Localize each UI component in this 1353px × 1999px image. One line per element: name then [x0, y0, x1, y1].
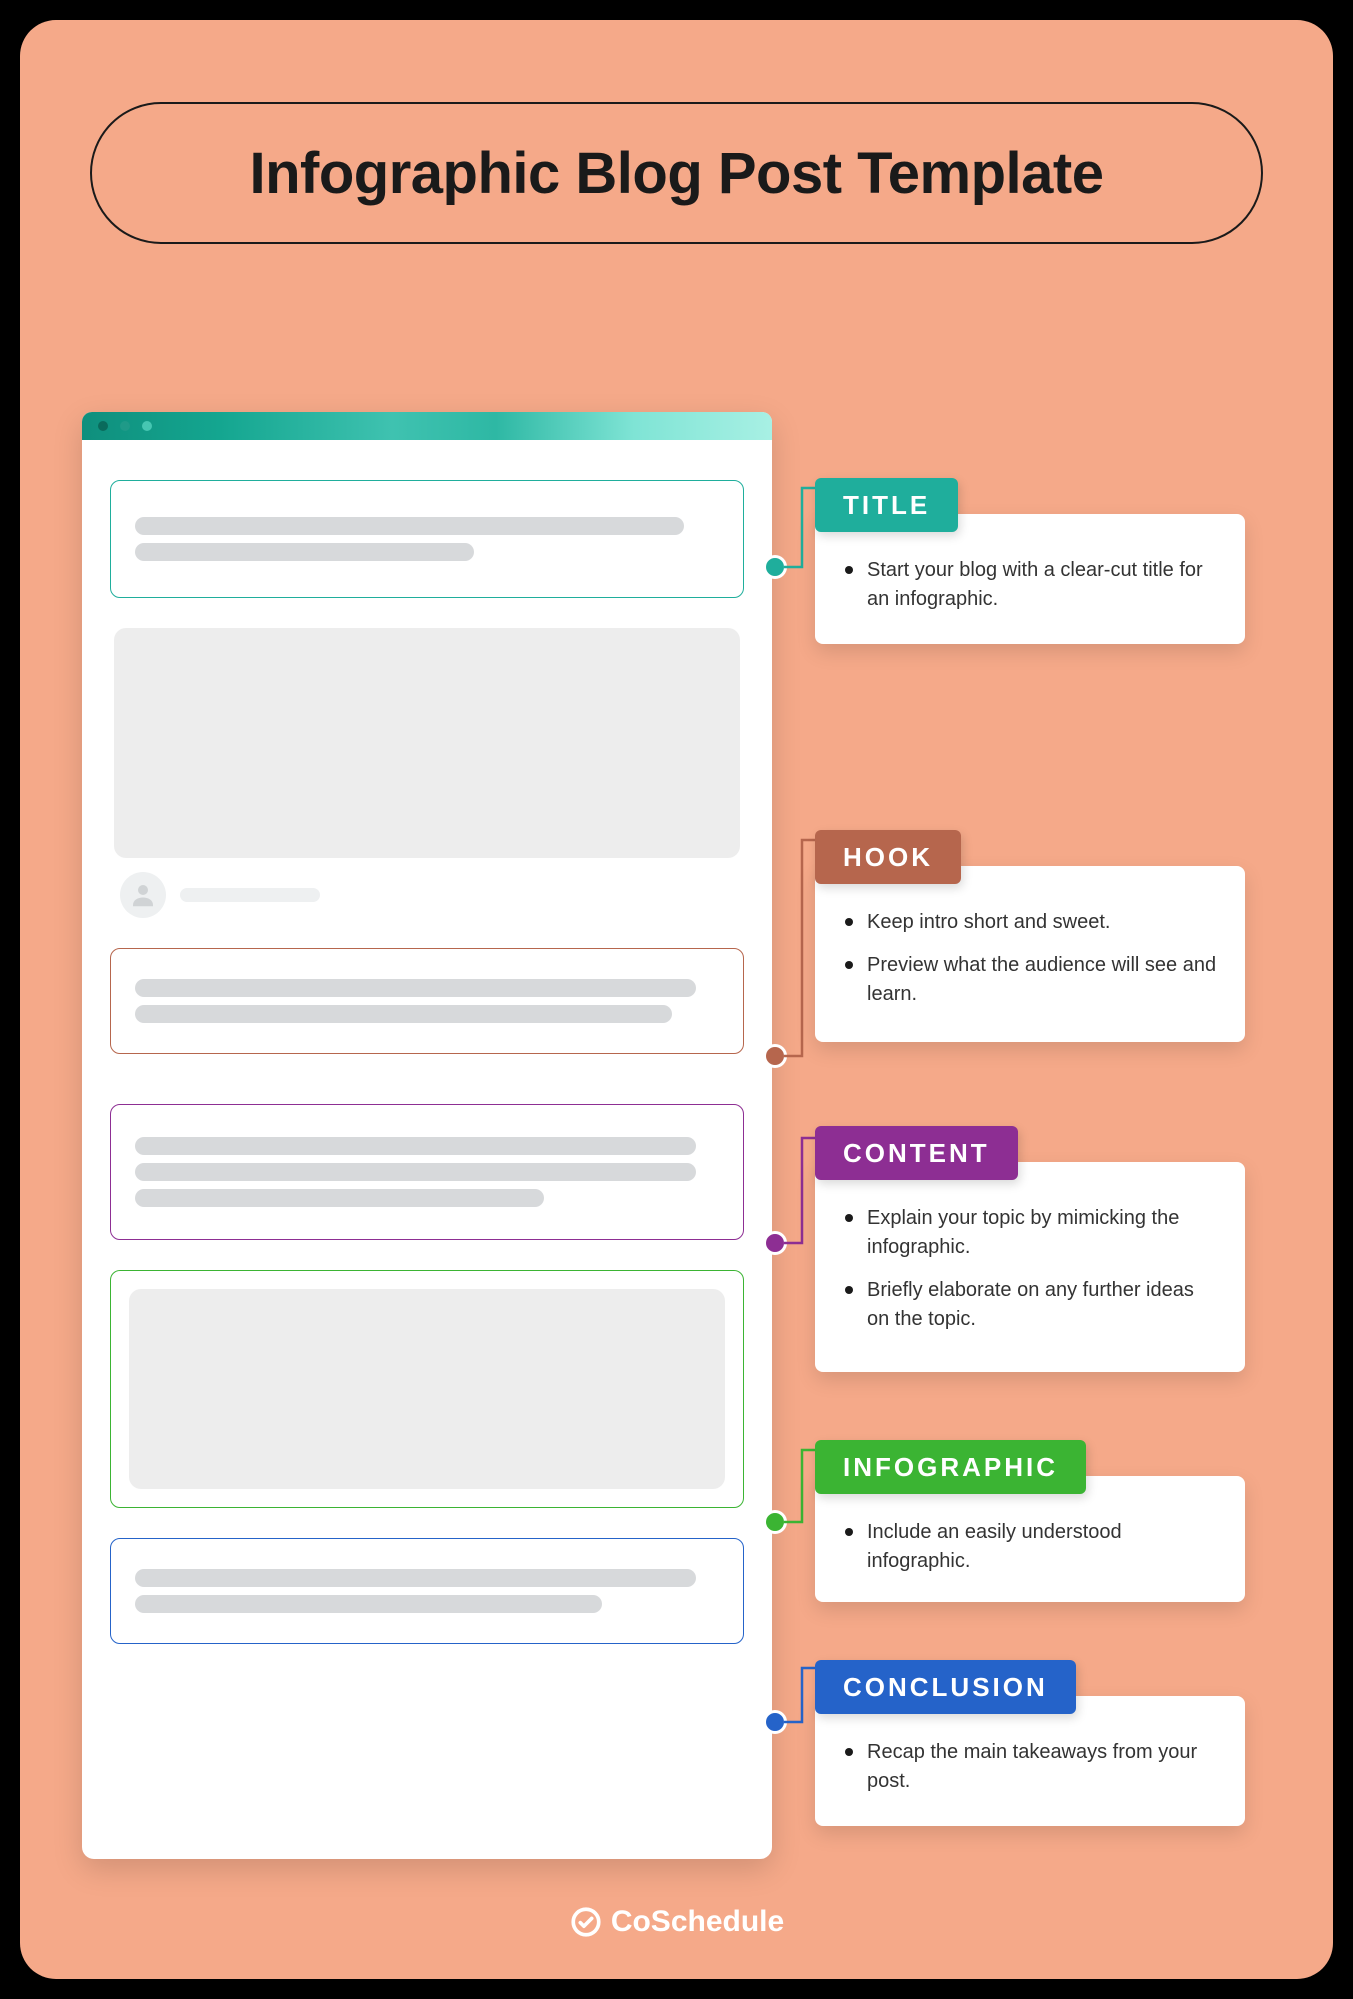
browser-mock: [82, 412, 772, 1859]
placeholder-line: [135, 1137, 696, 1155]
placeholder-line: [135, 1595, 602, 1613]
callout-tag-infographic: INFOGRAPHIC: [815, 1440, 1086, 1494]
connector-dot-conclusion: [763, 1710, 787, 1734]
placeholder-line: [135, 1005, 672, 1023]
placeholder-line: [180, 888, 320, 902]
callout-bullet: Start your blog with a clear-cut title f…: [841, 556, 1219, 614]
browser-titlebar: [82, 412, 772, 440]
callout-tag-hook: HOOK: [815, 830, 961, 884]
placeholder-line: [135, 1189, 544, 1207]
callout-list: Keep intro short and sweet. Preview what…: [841, 908, 1219, 1009]
brand-name: CoSchedule: [611, 1905, 784, 1939]
connector-dot-title: [763, 555, 787, 579]
window-dot-max-icon: [142, 421, 152, 431]
callout-list: Start your blog with a clear-cut title f…: [841, 556, 1219, 614]
placeholder-line: [135, 517, 684, 535]
callout-title: TITLE Start your blog with a clear-cut t…: [815, 514, 1245, 644]
callout-bullet: Explain your topic by mimicking the info…: [841, 1204, 1219, 1262]
mock-section-hook: [110, 628, 744, 918]
mock-section-conclusion: [110, 1538, 744, 1644]
placeholder-line: [135, 1163, 696, 1181]
brand-footer: CoSchedule: [20, 1905, 1333, 1939]
placeholder-image: [129, 1289, 725, 1489]
window-dot-min-icon: [120, 421, 130, 431]
author-row: [120, 872, 740, 918]
browser-body: [82, 440, 772, 1859]
callout-bullet: Recap the main takeaways from your post.: [841, 1738, 1219, 1796]
brand-logo-icon: [569, 1905, 603, 1939]
callout-tag-title: TITLE: [815, 478, 958, 532]
window-dot-close-icon: [98, 421, 108, 431]
callout-bullet: Keep intro short and sweet.: [841, 908, 1219, 937]
placeholder-line: [135, 543, 474, 561]
callout-list: Explain your topic by mimicking the info…: [841, 1204, 1219, 1334]
mock-section-title: [110, 480, 744, 598]
connector-dot-infographic: [763, 1510, 787, 1534]
placeholder-line: [135, 979, 696, 997]
callout-label: CONCLUSION: [843, 1672, 1048, 1703]
callout-label: TITLE: [843, 490, 930, 521]
callout-bullet: Include an easily understood infographic…: [841, 1518, 1219, 1576]
callout-label: HOOK: [843, 842, 933, 873]
connector-dot-content: [763, 1231, 787, 1255]
placeholder-line: [135, 1569, 696, 1587]
avatar-icon: [120, 872, 166, 918]
placeholder-image: [114, 628, 740, 858]
mock-section-infographic: [110, 1270, 744, 1508]
infographic-frame: Infographic Blog Post Template: [20, 20, 1333, 1979]
callout-label: INFOGRAPHIC: [843, 1452, 1058, 1483]
callout-hook: HOOK Keep intro short and sweet. Preview…: [815, 866, 1245, 1042]
callout-label: CONTENT: [843, 1138, 990, 1169]
callout-bullet: Preview what the audience will see and l…: [841, 951, 1219, 1009]
connector-dot-hook: [763, 1044, 787, 1068]
callout-tag-conclusion: CONCLUSION: [815, 1660, 1076, 1714]
mock-section-hook-text: [110, 948, 744, 1054]
mock-section-content: [110, 1104, 744, 1240]
callout-infographic: INFOGRAPHIC Include an easily understood…: [815, 1476, 1245, 1602]
callout-list: Recap the main takeaways from your post.: [841, 1738, 1219, 1796]
callout-conclusion: CONCLUSION Recap the main takeaways from…: [815, 1696, 1245, 1826]
callout-list: Include an easily understood infographic…: [841, 1518, 1219, 1576]
callout-tag-content: CONTENT: [815, 1126, 1018, 1180]
callout-content: CONTENT Explain your topic by mimicking …: [815, 1162, 1245, 1372]
page-title: Infographic Blog Post Template: [250, 140, 1104, 207]
callout-bullet: Briefly elaborate on any further ideas o…: [841, 1276, 1219, 1334]
page-title-pill: Infographic Blog Post Template: [90, 102, 1263, 244]
